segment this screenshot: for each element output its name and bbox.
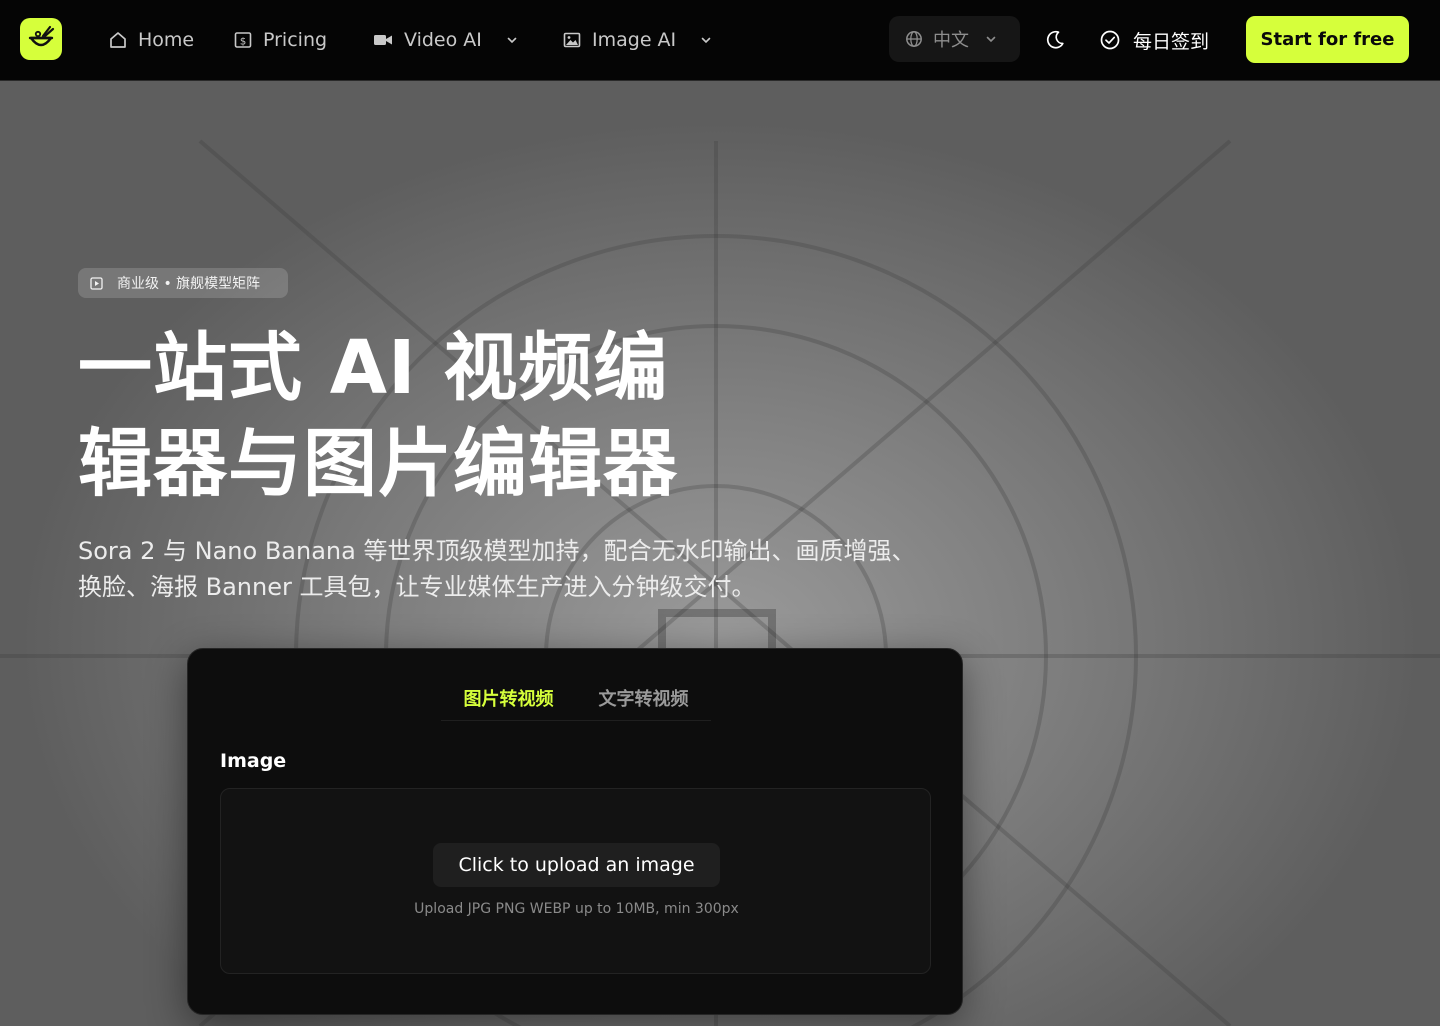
bowl-chopsticks-icon bbox=[28, 25, 55, 47]
daily-checkin-label: 每日签到 bbox=[1133, 30, 1210, 53]
nav-video-ai-label: Video AI bbox=[404, 29, 482, 51]
language-select-value: 中文 bbox=[933, 30, 969, 51]
image-field-label: Image bbox=[220, 750, 287, 772]
home-icon bbox=[110, 32, 126, 48]
tab-image-to-video[interactable]: 图片转视频 bbox=[441, 675, 576, 721]
play-square-icon bbox=[90, 276, 103, 290]
hero-subtitle: Sora 2 与 Nano Banana 等世界顶级模型加持，配合无水印输出、画… bbox=[78, 537, 916, 601]
nav-pricing-label: Pricing bbox=[263, 29, 328, 51]
chevron-down-icon bbox=[701, 37, 711, 44]
logo[interactable] bbox=[20, 18, 62, 60]
hero-title-line1: 一站式 AI 视频编 bbox=[78, 325, 669, 411]
upload-image-button[interactable]: Click to upload an image bbox=[433, 843, 720, 887]
daily-checkin[interactable]: 每日签到 bbox=[1099, 22, 1209, 58]
hero-badge-text: 商业级 • 旗舰模型矩阵 bbox=[117, 276, 261, 292]
nav-home[interactable]: Home bbox=[108, 22, 194, 58]
start-for-free-button[interactable]: Start for free bbox=[1246, 16, 1409, 63]
language-select[interactable]: 中文 bbox=[889, 16, 1020, 62]
chevron-down-icon bbox=[986, 36, 996, 43]
video-camera-icon bbox=[374, 35, 392, 45]
globe-icon bbox=[906, 31, 922, 47]
nav-home-label: Home bbox=[138, 29, 195, 51]
moon-icon bbox=[1046, 30, 1064, 49]
theme-toggle[interactable] bbox=[1040, 25, 1070, 55]
page: Home $ Pricing Video AI Image AI 中文 每日签到… bbox=[0, 0, 1440, 1026]
nav-image-ai-label: Image AI bbox=[592, 29, 677, 51]
tab-text-to-video[interactable]: 文字转视频 bbox=[576, 675, 711, 721]
hero-title: 一站式 AI 视频编 辑器与图片编辑器 bbox=[78, 320, 738, 512]
top-navbar: Home $ Pricing Video AI Image AI 中文 每日签到… bbox=[0, 0, 1440, 81]
nav-image-ai[interactable]: Image AI bbox=[562, 22, 712, 58]
hero-badge: 商业级 • 旗舰模型矩阵 bbox=[78, 268, 288, 298]
generator-tabs: 图片转视频 文字转视频 bbox=[441, 675, 711, 721]
price-tag-icon: $ bbox=[234, 32, 252, 48]
nav-pricing[interactable]: $ Pricing bbox=[233, 22, 327, 58]
check-circle-icon bbox=[1100, 30, 1120, 50]
nav-video-ai[interactable]: Video AI bbox=[372, 22, 518, 58]
generator-card: 图片转视频 文字转视频 Image Click to upload an ima… bbox=[187, 648, 963, 1015]
image-upload-dropzone[interactable]: Click to upload an image Upload JPG PNG … bbox=[220, 788, 931, 974]
chevron-down-icon bbox=[507, 37, 517, 44]
svg-text:$: $ bbox=[240, 37, 246, 48]
image-icon bbox=[563, 32, 581, 48]
hero-title-line2: 辑器与图片编辑器 bbox=[78, 421, 678, 507]
upload-hint: Upload JPG PNG WEBP up to 10MB, min 300p… bbox=[414, 901, 739, 917]
